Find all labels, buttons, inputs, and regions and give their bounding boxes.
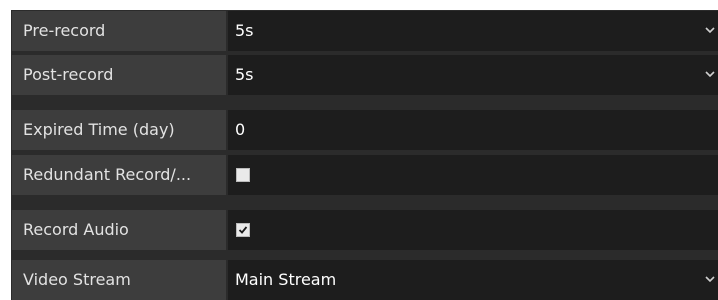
- record-audio-checkbox[interactable]: [236, 223, 250, 237]
- check-icon: [238, 226, 248, 234]
- expired-time-label: Expired Time (day): [12, 110, 226, 150]
- expired-time-input[interactable]: 0: [228, 110, 718, 150]
- record-audio-cell: [228, 210, 718, 250]
- setting-row-record-audio: Record Audio: [11, 209, 718, 250]
- post-record-label: Post-record: [12, 55, 226, 95]
- redundant-record-checkbox[interactable]: [236, 168, 250, 182]
- redundant-record-cell: [228, 155, 718, 195]
- chevron-down-icon: [705, 71, 715, 78]
- video-stream-label: Video Stream: [12, 260, 226, 300]
- post-record-value: 5s: [235, 65, 254, 84]
- record-audio-label: Record Audio: [12, 210, 226, 250]
- post-record-select[interactable]: 5s: [228, 55, 718, 95]
- chevron-down-icon: [705, 276, 715, 283]
- video-stream-select[interactable]: Main Stream: [228, 260, 718, 300]
- setting-row-video-stream: Video Stream Main Stream: [11, 259, 718, 300]
- setting-row-pre-record: Pre-record 5s: [11, 10, 718, 51]
- chevron-down-icon: [705, 27, 715, 34]
- setting-row-expired-time: Expired Time (day) 0: [11, 109, 718, 150]
- pre-record-label: Pre-record: [12, 11, 226, 51]
- pre-record-select[interactable]: 5s: [228, 11, 718, 51]
- expired-time-value: 0: [235, 120, 246, 139]
- pre-record-value: 5s: [235, 21, 254, 40]
- record-settings-panel: Pre-record 5s Post-record 5s Expired Tim…: [11, 10, 718, 300]
- redundant-record-label: Redundant Record/...: [12, 155, 226, 195]
- setting-row-post-record: Post-record 5s: [11, 54, 718, 95]
- setting-row-redundant-record: Redundant Record/...: [11, 154, 718, 195]
- video-stream-value: Main Stream: [235, 270, 337, 289]
